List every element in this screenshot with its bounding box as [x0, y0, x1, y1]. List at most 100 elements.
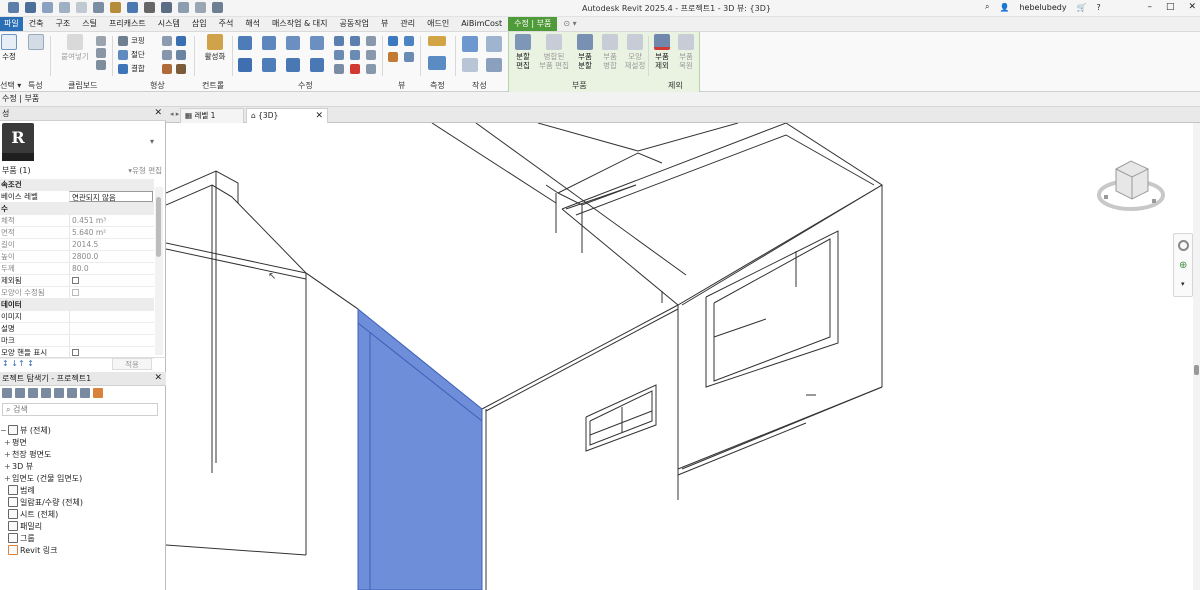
description-field[interactable] — [69, 323, 153, 334]
user-name[interactable]: hebelubedy — [1019, 3, 1066, 12]
3d-view-icon[interactable] — [161, 2, 172, 13]
tree-item[interactable]: 시트 (전체) — [0, 509, 58, 521]
tab-collaborate[interactable]: 공동작업 — [334, 17, 375, 31]
pin-icon[interactable] — [334, 64, 344, 74]
close-tab-icon[interactable]: ✕ — [315, 109, 323, 123]
3d-viewport[interactable]: ↖ — [166, 123, 1200, 590]
print-icon[interactable] — [93, 2, 104, 13]
tree-item[interactable]: +3D 뷰 — [4, 461, 33, 473]
create-parts-icon[interactable] — [486, 36, 502, 52]
property-group[interactable]: 수 — [0, 203, 154, 215]
delete-icon[interactable] — [350, 64, 360, 74]
tree-item[interactable]: Revit 링크 — [0, 545, 57, 557]
tree-item[interactable]: 그룹 — [0, 533, 35, 545]
browser-tool-icon[interactable] — [15, 387, 25, 398]
create-group-icon[interactable] — [462, 58, 478, 72]
tree-item[interactable]: − 뷰 (전체) — [0, 425, 51, 437]
tab-analyze[interactable]: 해석 — [239, 17, 266, 31]
measure-icon[interactable] — [110, 2, 121, 13]
user-icon[interactable]: 👤 — [999, 3, 1009, 12]
tab-annotate[interactable]: 주석 — [213, 17, 240, 31]
properties-button[interactable] — [26, 34, 46, 52]
offset-icon[interactable] — [262, 36, 276, 50]
hammer-icon[interactable] — [176, 64, 186, 74]
tree-item[interactable]: 범례 — [0, 485, 35, 497]
tab-modify-parts[interactable]: 수정 | 부품 — [508, 17, 558, 31]
maximize-button[interactable]: □ — [1166, 2, 1175, 12]
scale-icon[interactable] — [350, 50, 360, 60]
tab-aibimcost[interactable]: AiBimCost — [455, 17, 508, 31]
browser-tool-icon[interactable] — [2, 387, 12, 398]
remove-paint-icon[interactable] — [162, 64, 172, 74]
paste-button[interactable]: 붙여넣기 — [60, 34, 90, 61]
merged-part-edit-button[interactable]: 병합된 부품 편집 — [536, 34, 572, 70]
browser-tool-icon[interactable] — [54, 387, 64, 398]
excluded-checkbox[interactable] — [72, 277, 79, 284]
tab-precast[interactable]: 프리캐스트 — [103, 17, 152, 31]
cut-geometry-button[interactable]: 절단 — [118, 49, 145, 60]
rotate-icon[interactable] — [286, 58, 300, 72]
match-type-icon[interactable] — [96, 60, 106, 70]
show-shape-handles-checkbox[interactable] — [72, 349, 79, 356]
restore-parts-button[interactable]: 부품 복원 — [674, 34, 698, 70]
restore-shape-button[interactable]: 모양 재설정 — [622, 34, 648, 70]
override-graphics-icon[interactable] — [404, 36, 414, 46]
browser-tool-icon[interactable] — [41, 387, 51, 398]
type-selector[interactable]: 부품 (1) ▾유형 편집 — [0, 165, 166, 177]
trim-extend-icon[interactable] — [366, 50, 376, 60]
extend-icon[interactable] — [366, 64, 376, 74]
undo-icon[interactable] — [59, 2, 70, 13]
tab-view[interactable]: 뷰 — [375, 17, 394, 31]
view-tab-level1[interactable]: ▦ 레벨 1 — [180, 108, 244, 123]
create-assembly-icon[interactable] — [462, 36, 478, 52]
base-level-field[interactable]: 연관되지 않음 — [69, 191, 153, 202]
close-icon[interactable]: ✕ — [154, 107, 162, 120]
tag-icon[interactable] — [127, 2, 138, 13]
tab-options-dropdown[interactable]: ⊙ ▾ — [557, 17, 582, 31]
zoom-dropdown-icon[interactable]: ▾ — [1181, 280, 1185, 288]
tab-steel[interactable]: 스틸 — [76, 17, 103, 31]
copy-icon[interactable] — [96, 48, 106, 58]
type-dropdown-icon[interactable]: ▾ — [150, 137, 154, 146]
cut-icon[interactable] — [96, 36, 106, 46]
redo-icon[interactable] — [76, 2, 87, 13]
help-button[interactable]: ? — [1097, 3, 1101, 12]
steering-wheel-icon[interactable] — [1178, 240, 1189, 251]
close-button[interactable]: ✕ — [1188, 2, 1196, 12]
align-icon[interactable] — [238, 36, 252, 50]
tree-item[interactable]: 일람표/수량 (전체) — [0, 497, 83, 509]
thin-lines-icon[interactable] — [195, 2, 206, 13]
split-element-icon[interactable] — [334, 36, 344, 46]
tab-addins[interactable]: 애드인 — [421, 17, 455, 31]
divide-parts-button[interactable]: 부품 분할 — [572, 34, 598, 70]
demolish-icon[interactable] — [162, 50, 172, 60]
mark-field[interactable] — [69, 335, 153, 346]
zoom-icon[interactable]: ⊕ — [1179, 260, 1187, 271]
unpin-icon[interactable] — [366, 36, 376, 46]
mirror-draw-icon[interactable] — [310, 36, 324, 50]
browser-tool-icon[interactable] — [28, 387, 38, 398]
properties-scrollbar[interactable] — [155, 187, 163, 355]
copy-element-icon[interactable] — [262, 58, 276, 72]
paint-icon[interactable] — [176, 36, 186, 46]
tab-architecture[interactable]: 건축 — [23, 17, 50, 31]
trim-icon[interactable] — [310, 58, 324, 72]
apply-button[interactable]: 적용 — [112, 358, 152, 370]
selected-part-highlight[interactable] — [166, 123, 1200, 590]
similar-icon[interactable] — [486, 58, 502, 72]
sync-icon[interactable] — [42, 2, 53, 13]
cart-icon[interactable]: 🛒 — [1077, 3, 1087, 12]
mirror-axis-icon[interactable] — [286, 36, 300, 50]
split-gap-icon[interactable] — [350, 36, 360, 46]
tab-massing[interactable]: 매스작업 & 대지 — [266, 17, 333, 31]
link-icon[interactable] — [93, 387, 103, 398]
move-icon[interactable] — [238, 58, 252, 72]
section-icon[interactable] — [178, 2, 189, 13]
minimize-button[interactable]: – — [1147, 2, 1152, 12]
join-button[interactable]: 결합 — [118, 63, 145, 74]
split-face-icon[interactable] — [162, 36, 172, 46]
view-filter-icon[interactable] — [404, 52, 414, 62]
sort-icon[interactable]: ↕ ↓↑ ↕ — [2, 359, 34, 368]
measure-distance-icon[interactable] — [428, 36, 446, 46]
tree-item[interactable]: +천장 평면도 — [4, 449, 51, 461]
